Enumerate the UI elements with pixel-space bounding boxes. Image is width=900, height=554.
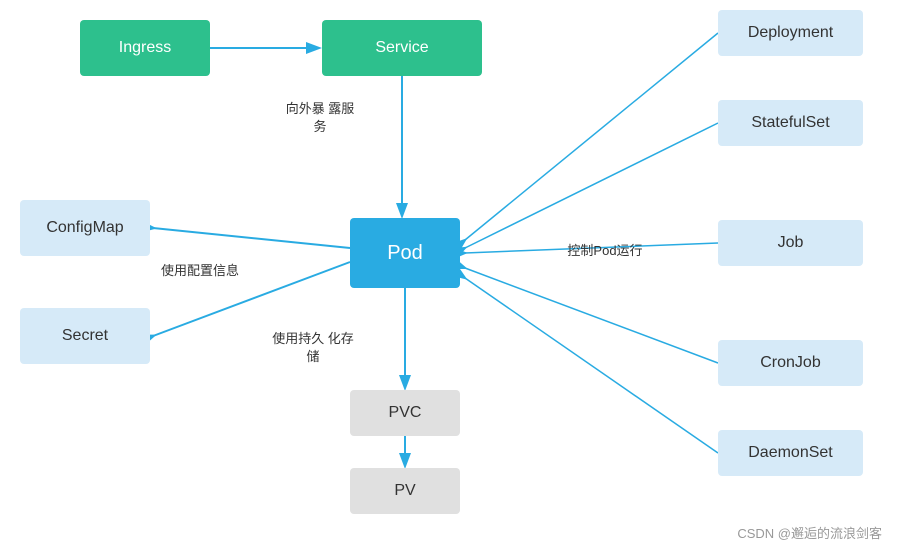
- pv-box: PV: [350, 468, 460, 514]
- persistent-label: 使用持久 化存储: [272, 330, 354, 366]
- service-box: Service: [322, 20, 482, 76]
- configmap-box: ConfigMap: [20, 200, 150, 256]
- secret-box: Secret: [20, 308, 150, 364]
- pod-box: Pod: [350, 218, 460, 288]
- daemonset-box: DaemonSet: [718, 430, 863, 476]
- statefulset-box: StatefulSet: [718, 100, 863, 146]
- expose-label: 向外暴 露服务: [280, 100, 360, 136]
- configinfo-label: 使用配置信息: [150, 262, 250, 280]
- pvc-box: PVC: [350, 390, 460, 436]
- cronjob-box: CronJob: [718, 340, 863, 386]
- ingress-box: Ingress: [80, 20, 210, 76]
- watermark: CSDN @邂逅的流浪剑客: [737, 523, 882, 542]
- control-label: 控制Pod运行: [540, 242, 670, 260]
- deployment-box: Deployment: [718, 10, 863, 56]
- job-box: Job: [718, 220, 863, 266]
- diagram: Ingress Service Pod ConfigMap Secret PVC…: [0, 0, 900, 554]
